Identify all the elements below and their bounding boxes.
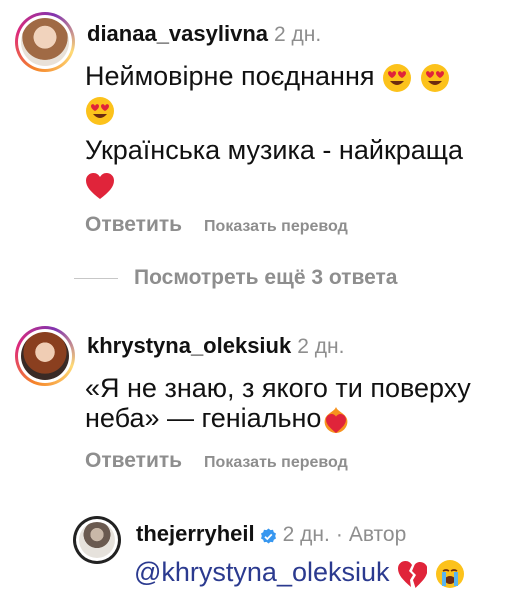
author-label: Автор <box>348 523 407 546</box>
avatar[interactable] <box>73 516 121 564</box>
avatar-photo <box>21 18 69 66</box>
reply-button[interactable]: Ответить <box>85 449 182 472</box>
reply-text: @khrystyna_oleksiuk <box>134 557 465 589</box>
comment-text-line: Неймовірне поєднання <box>85 61 375 91</box>
view-more-replies-label: Посмотреть ещё 3 ответа <box>134 266 398 289</box>
heart-eyes-emoji-icon <box>86 96 114 125</box>
comment-text: неба» — геніально <box>85 403 351 435</box>
reply-button[interactable]: Ответить <box>85 213 182 236</box>
heart-eyes-emoji-icon <box>420 63 449 92</box>
broken-heart-emoji-icon <box>398 560 428 588</box>
reply-header: thejerryheil 2 дн. · Автор <box>136 521 406 547</box>
translate-button[interactable]: Показать перевод <box>204 454 348 471</box>
translate-button[interactable]: Показать перевод <box>204 218 348 235</box>
comment-time: 2 дн. <box>274 23 322 46</box>
separator: · <box>335 523 343 546</box>
heart-on-fire-emoji-icon <box>325 406 348 433</box>
comment-header: khrystyna_oleksiuk 2 дн. <box>87 333 344 359</box>
comment-text <box>85 94 115 126</box>
verified-badge-icon <box>260 528 276 544</box>
comment-text: Неймовірне поєднання <box>85 61 450 93</box>
avatar-photo <box>79 522 115 558</box>
avatar-photo <box>21 332 69 380</box>
avatar[interactable] <box>15 326 75 386</box>
crying-face-emoji-icon <box>435 559 464 588</box>
comment-header: dianaa_vasylivna 2 дн. <box>87 21 321 47</box>
username[interactable]: khrystyna_oleksiuk <box>87 333 291 358</box>
comment-text-line: неба» — геніально <box>85 403 322 433</box>
view-more-replies-button[interactable]: Посмотреть ещё 3 ответа <box>74 266 397 290</box>
comment-text <box>85 169 115 200</box>
comment-time: 2 дн. <box>297 335 345 358</box>
comment-text-line: «Я не знаю, з якого ти поверху <box>85 373 471 403</box>
comment-actions: Ответить Показать перевод <box>85 449 348 473</box>
avatar[interactable] <box>15 12 75 72</box>
username[interactable]: thejerryheil <box>136 521 255 546</box>
divider <box>74 277 118 279</box>
comment-actions: Ответить Показать перевод <box>85 213 348 237</box>
heart-eyes-emoji-icon <box>383 63 412 92</box>
username[interactable]: dianaa_vasylivna <box>87 21 268 46</box>
red-heart-emoji-icon <box>86 172 114 199</box>
mention-link[interactable]: @khrystyna_oleksiuk <box>134 557 390 587</box>
comment-time: 2 дн. <box>282 523 330 546</box>
comment-text-line: Українська музика - найкраща <box>85 135 464 165</box>
